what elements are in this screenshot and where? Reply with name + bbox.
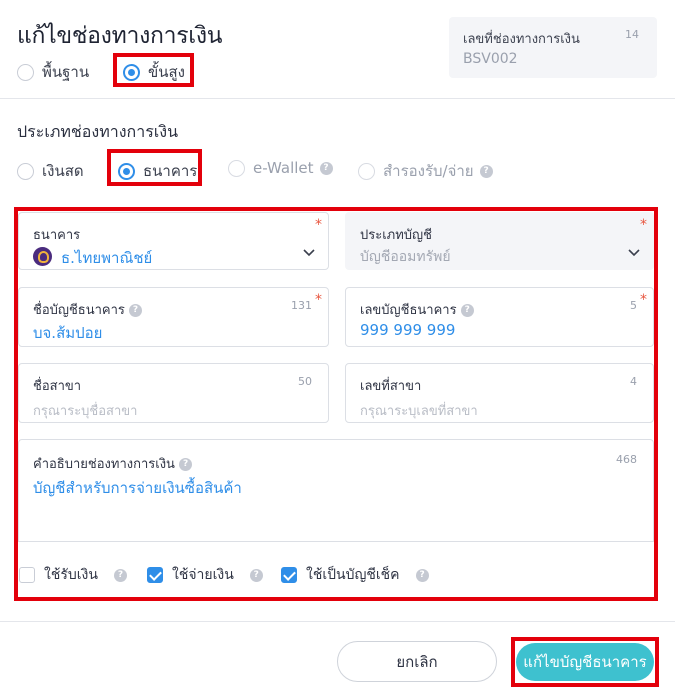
- channel-code-label: เลขที่ช่องทางการเงิน: [463, 32, 580, 47]
- highlight-type-bank: [107, 149, 202, 186]
- channel-code-field[interactable]: เลขที่ช่องทางการเงิน 14 BSV002: [449, 17, 657, 78]
- channel-code-value: BSV002: [463, 51, 518, 67]
- mode-basic-radio[interactable]: พื้นฐาน: [17, 60, 89, 84]
- type-ewallet-radio[interactable]: e-Wallet ?: [228, 159, 333, 177]
- footer-divider: [0, 621, 675, 622]
- channel-type-title: ประเภทช่องทางการเงิน: [17, 122, 179, 141]
- type-cash-radio[interactable]: เงินสด: [17, 159, 84, 183]
- dialog-title: แก้ไขช่องทางการเงิน: [17, 23, 223, 49]
- highlight-mode-advanced: [113, 53, 194, 87]
- mode-basic-label: พื้นฐาน: [42, 63, 90, 81]
- type-reserve-radio[interactable]: สำรองรับ/จ่าย ?: [358, 159, 493, 183]
- channel-code-count: 14: [625, 28, 639, 41]
- highlight-bank-form: [14, 207, 658, 601]
- type-cash-label: เงินสด: [42, 162, 84, 180]
- highlight-save-button: [511, 637, 659, 687]
- help-icon[interactable]: ?: [319, 161, 333, 175]
- type-ewallet-label: e-Wallet: [253, 159, 314, 177]
- header-divider: [0, 98, 675, 99]
- help-icon[interactable]: ?: [479, 164, 493, 178]
- type-reserve-label: สำรองรับ/จ่าย: [383, 162, 474, 180]
- cancel-button[interactable]: ยกเลิก: [337, 641, 497, 682]
